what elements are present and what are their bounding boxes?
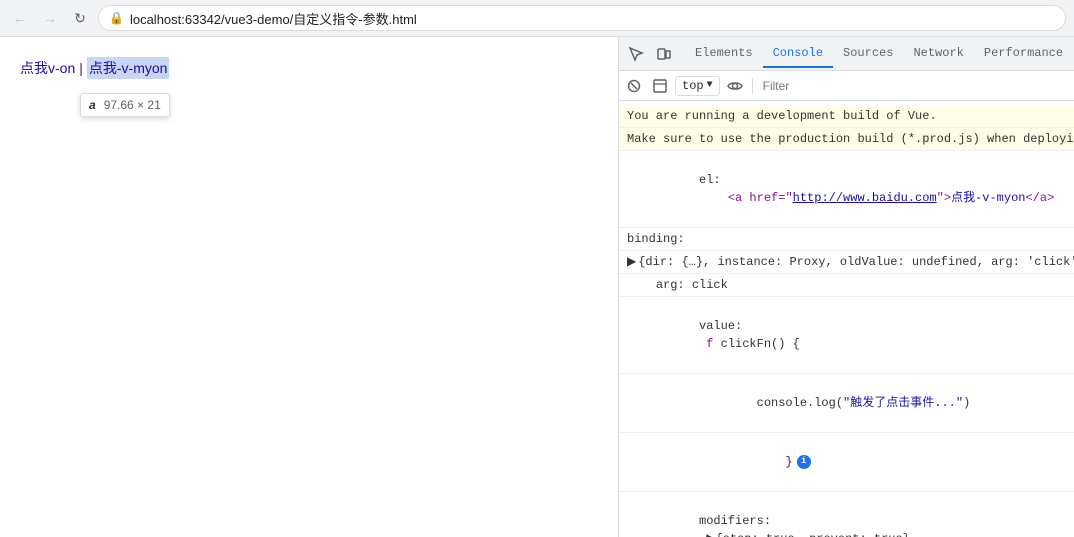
link-separator: | [79,60,83,76]
tooltip-size: 97.66 × 21 [104,98,161,112]
modifiers-label: modifiers: [699,514,771,528]
toolbar-divider [752,78,753,94]
page-content: 点我v-on | 点我-v-myon a 97.66 × 21 [0,37,618,537]
tab-sources[interactable]: Sources [833,40,903,68]
console-arg-line: arg: click [619,274,1074,297]
binding-expand-text: {dir: {…}, instance: Proxy, oldValue: un… [638,253,1074,271]
link-vmyon[interactable]: 点我-v-myon [87,57,170,79]
tab-performance[interactable]: Performance [974,40,1073,68]
context-selector[interactable]: top ▼ [675,76,720,96]
console-warning-2: Make sure to use the production build (*… [619,128,1074,151]
forward-button[interactable]: → [38,6,62,30]
warning-text-2: Make sure to use the production build (*… [627,130,1074,148]
link-von[interactable]: 点我v-on [20,58,75,78]
console-value-label: value: f clickFn() { [619,297,1074,374]
value-fn: clickFn() { [721,337,800,351]
value-label: value: [699,319,742,333]
inspect-icon[interactable] [623,41,649,67]
tab-console[interactable]: Console [763,40,833,68]
lock-icon: 🔒 [109,11,124,25]
devtools-panel: Elements Console Sources Network Perform… [618,37,1074,537]
el-label: el: [699,173,721,187]
console-binding-label: binding: [619,228,1074,251]
url-text: localhost:63342/vue3-demo/自定义指令-参数.html [130,9,417,28]
console-output: You are running a development build of V… [619,101,1074,537]
warning-text-1: You are running a development build of V… [627,107,937,125]
back-button[interactable]: ← [8,6,32,30]
console-modifiers-line: modifiers: ▶{stop: true, prevent: true} [619,492,1074,537]
device-icon[interactable] [651,41,677,67]
modifiers-value: ▶{stop: true, prevent: true} [706,532,910,537]
tooltip-tag: a [89,98,96,112]
tab-network[interactable]: Network [903,40,973,68]
page-links: 点我v-on | 点我-v-myon [20,57,598,79]
live-expressions-button[interactable] [724,75,746,97]
console-close-brace: }i [619,433,1074,492]
address-bar[interactable]: 🔒 localhost:63342/vue3-demo/自定义指令-参数.htm… [98,5,1066,31]
el-link-content: 点我-v-myon [951,191,1025,205]
toggle-console-button[interactable] [649,75,671,97]
console-binding-expand: ▶ {dir: {…}, instance: Proxy, oldValue: … [619,251,1074,274]
expand-binding-arrow[interactable]: ▶ [627,253,636,271]
console-warning-1: You are running a development build of V… [619,105,1074,128]
info-badge: i [797,455,811,469]
devtools-tabs: Elements Console Sources Network Perform… [619,37,1074,71]
main-area: 点我v-on | 点我-v-myon a 97.66 × 21 [0,37,1074,537]
nav-bar: ← → ↻ 🔒 localhost:63342/vue3-demo/自定义指令-… [0,0,1074,36]
arg-text: arg: click [656,278,728,292]
console-filter-input[interactable] [759,77,1074,95]
console-el-line: el: <a href="http://www.baidu.com">点我-v-… [619,151,1074,228]
tab-elements[interactable]: Elements [685,40,763,68]
console-log-text: console.log("触发了点击事件...") [757,396,971,410]
browser-chrome: ← → ↻ 🔒 localhost:63342/vue3-demo/自定义指令-… [0,0,1074,37]
clear-console-button[interactable] [623,75,645,97]
el-link[interactable]: http://www.baidu.com [793,191,937,205]
element-tooltip: a 97.66 × 21 [80,93,170,117]
console-toolbar: top ▼ [619,71,1074,101]
devtools-icons [623,41,677,67]
chevron-down-icon: ▼ [707,80,713,91]
el-tag-open: <a href=" [728,191,793,205]
console-log-line: console.log("触发了点击事件...") [619,374,1074,433]
binding-label: binding: [627,230,685,248]
refresh-button[interactable]: ↻ [68,6,92,30]
